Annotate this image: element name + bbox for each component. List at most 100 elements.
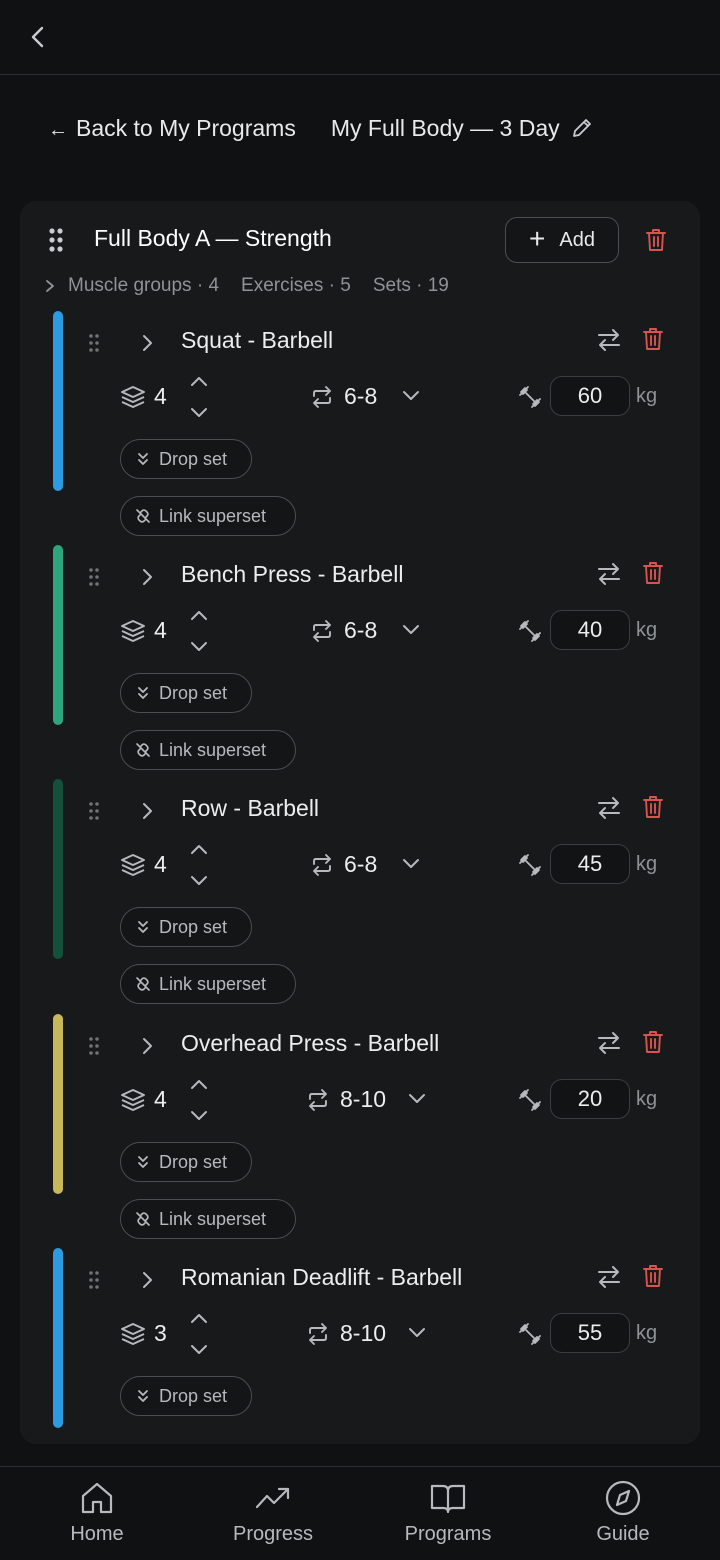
weight-unit: kg [636, 853, 658, 875]
swap-icon[interactable] [596, 327, 622, 353]
drop-set-button[interactable]: Drop set [120, 1142, 252, 1182]
reps-value[interactable]: 6-8 [344, 383, 377, 410]
trash-icon[interactable] [642, 1029, 664, 1055]
nav-home[interactable]: Home [27, 1479, 167, 1555]
weight-unit: kg [636, 1088, 658, 1110]
nav-programs[interactable]: Programs [378, 1479, 518, 1555]
nav-progress[interactable]: Progress [203, 1479, 343, 1555]
pencil-icon[interactable] [570, 116, 594, 140]
repeat-icon [309, 1089, 327, 1111]
exercise-name[interactable]: Squat - Barbell [181, 327, 333, 354]
chevron-right-icon[interactable] [140, 1269, 154, 1291]
chevron-down-icon[interactable] [190, 640, 208, 654]
sets-value[interactable]: 4 [154, 1086, 167, 1113]
chevron-right-icon[interactable] [140, 800, 154, 822]
chevron-left-icon[interactable] [26, 24, 50, 50]
swap-icon[interactable] [596, 1264, 622, 1290]
chevron-down-icon[interactable] [190, 1109, 208, 1123]
sets-value[interactable]: 3 [154, 1320, 167, 1347]
exercises-stat: Exercises · 5 [241, 275, 351, 296]
exercise-color-bar [53, 311, 63, 491]
grip-icon[interactable] [48, 227, 64, 253]
repeat-icon [313, 854, 331, 876]
nav-home-label: Home [70, 1523, 124, 1545]
chevron-up-icon[interactable] [190, 608, 208, 622]
sets-value[interactable]: 4 [154, 383, 167, 410]
trash-icon[interactable] [642, 560, 664, 586]
chevron-right-icon[interactable] [140, 566, 154, 588]
unlink-icon [136, 743, 150, 757]
exercise-name[interactable]: Overhead Press - Barbell [181, 1030, 439, 1057]
swap-icon[interactable] [596, 1030, 622, 1056]
drop-set-label: Drop set [159, 448, 228, 469]
exercise-name[interactable]: Romanian Deadlift - Barbell [181, 1264, 462, 1291]
link-superset-label: Link superset [159, 973, 267, 994]
reps-value[interactable]: 6-8 [344, 851, 377, 878]
link-superset-button[interactable]: Link superset [120, 964, 296, 1004]
top-bar [0, 0, 720, 75]
drop-set-label: Drop set [159, 682, 228, 703]
chevrons-down-icon [138, 453, 148, 465]
chevron-up-icon[interactable] [190, 1077, 208, 1091]
link-superset-button[interactable]: Link superset [120, 496, 296, 536]
drop-set-button[interactable]: Drop set [120, 673, 252, 713]
unlink-icon [136, 977, 150, 991]
grip-icon[interactable] [88, 801, 100, 821]
exercise-color-bar [53, 545, 63, 725]
grip-icon[interactable] [88, 567, 100, 587]
weight-input[interactable]: 55 [550, 1313, 630, 1353]
bottom-nav: Home Progress Programs Guide [0, 1466, 720, 1560]
weight-input[interactable]: 20 [550, 1079, 630, 1119]
drop-set-button[interactable]: Drop set [120, 907, 252, 947]
weight-input[interactable]: 60 [550, 376, 630, 416]
back-to-programs-link[interactable]: ← Back to My Programs [48, 115, 296, 142]
chevron-right-icon[interactable] [140, 1035, 154, 1057]
reps-value[interactable]: 8-10 [340, 1086, 386, 1113]
weight-input[interactable]: 40 [550, 610, 630, 650]
trash-icon[interactable] [645, 227, 667, 253]
chevron-down-icon[interactable] [408, 1326, 426, 1340]
dumbbell-icon [519, 386, 541, 408]
chevron-down-icon[interactable] [190, 874, 208, 888]
weight-input[interactable]: 45 [550, 844, 630, 884]
link-superset-button[interactable]: Link superset [120, 1199, 296, 1239]
trending-up-icon [255, 1487, 290, 1509]
reps-value[interactable]: 8-10 [340, 1320, 386, 1347]
drop-set-button[interactable]: Drop set [120, 439, 252, 479]
nav-guide[interactable]: Guide [553, 1479, 693, 1555]
dumbbell-icon [519, 620, 541, 642]
day-stats[interactable]: Muscle groups · 4 Exercises · 5 Sets · 1… [44, 275, 471, 297]
dumbbell-icon [519, 854, 541, 876]
swap-icon[interactable] [596, 795, 622, 821]
chevron-down-icon[interactable] [190, 406, 208, 420]
chevron-down-icon[interactable] [402, 389, 420, 403]
book-icon [430, 1484, 466, 1514]
link-superset-label: Link superset [159, 739, 267, 760]
trash-icon[interactable] [642, 794, 664, 820]
compass-icon [605, 1480, 641, 1516]
layers-icon [121, 386, 145, 408]
chevron-down-icon[interactable] [190, 1343, 208, 1357]
chevron-down-icon[interactable] [402, 623, 420, 637]
chevron-down-icon[interactable] [402, 857, 420, 871]
drop-set-button[interactable]: Drop set [120, 1376, 252, 1416]
sets-value[interactable]: 4 [154, 851, 167, 878]
link-superset-button[interactable]: Link superset [120, 730, 296, 770]
chevron-down-icon[interactable] [408, 1092, 426, 1106]
sets-value[interactable]: 4 [154, 617, 167, 644]
chevron-up-icon[interactable] [190, 1311, 208, 1325]
exercise-name[interactable]: Bench Press - Barbell [181, 561, 403, 588]
chevron-up-icon[interactable] [190, 374, 208, 388]
swap-icon[interactable] [596, 561, 622, 587]
trash-icon[interactable] [642, 1263, 664, 1289]
reps-value[interactable]: 6-8 [344, 617, 377, 644]
chevron-up-icon[interactable] [190, 842, 208, 856]
grip-icon[interactable] [88, 333, 100, 353]
chevron-right-icon[interactable] [140, 332, 154, 354]
trash-icon[interactable] [642, 326, 664, 352]
nav-guide-label: Guide [596, 1523, 650, 1545]
exercise-name[interactable]: Row - Barbell [181, 795, 319, 822]
grip-icon[interactable] [88, 1270, 100, 1290]
add-exercise-button[interactable]: + Add [505, 217, 619, 263]
grip-icon[interactable] [88, 1036, 100, 1056]
